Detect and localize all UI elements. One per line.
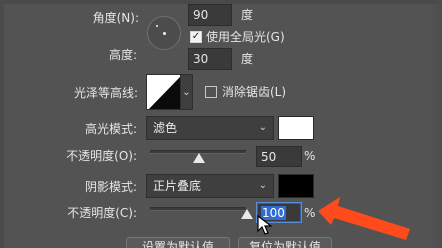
highlight-opacity-slider-thumb[interactable] [193,153,205,163]
shadow-opacity-label: 不透明度(C): [67,206,137,220]
reset-default-button[interactable]: 复位为默认值 [238,237,332,248]
set-default-button-label: 设置为默认值 [141,240,214,248]
dial-tick-dot [156,25,158,27]
angle-unit: 度 [241,8,254,22]
angle-label: 角度(N): [92,11,139,25]
chevron-down-icon: ⌄ [258,122,267,133]
set-default-button[interactable]: 设置为默认值 [126,237,230,248]
altitude-input[interactable] [188,48,232,70]
shadow-mode-dropdown[interactable]: 正片叠底 ⌄ [146,174,274,198]
global-light-checkbox[interactable]: ✓ [190,31,202,43]
global-light-checkmark: ✓ [191,31,201,42]
altitude-label: 高度: [108,48,137,62]
shadow-opacity-slider[interactable] [150,207,246,211]
shadow-mode-value: 正片叠底 [153,179,202,193]
gloss-contour-dropdown[interactable]: ⌄ [180,74,193,110]
highlight-opacity-label: 不透明度(O): [66,149,137,163]
gloss-contour-thumbnail[interactable] [146,74,181,110]
altitude-unit: 度 [241,52,254,66]
angle-dial[interactable] [147,16,181,50]
anti-alias-label: 消除锯齿(L) [222,85,287,99]
highlight-mode-label: 高光模式: [84,122,137,136]
highlight-opacity-input[interactable] [256,146,302,167]
shadow-opacity-percent: % [304,206,316,220]
gloss-contour-label: 光泽等高线: [73,86,138,100]
anti-alias-checkbox[interactable] [205,86,217,98]
chevron-down-icon: ⌄ [182,87,191,98]
left-edge [0,0,4,248]
highlight-color-swatch[interactable] [278,116,314,140]
shadow-mode-label: 阴影模式: [84,180,137,194]
highlight-mode-value: 滤色 [153,121,178,135]
reset-default-button-label: 复位为默认值 [248,240,321,248]
shadow-opacity-slider-thumb[interactable] [241,209,253,219]
highlight-mode-dropdown[interactable]: 滤色 ⌄ [146,116,274,140]
dial-center-dot [163,32,166,35]
global-light-label: 使用全局光(G) [206,30,285,44]
mouse-pointer-icon [257,214,273,235]
shadow-color-swatch[interactable] [278,174,314,198]
angle-input[interactable] [188,4,232,26]
highlight-opacity-percent: % [304,149,316,163]
gloss-curve-icon [147,75,180,109]
orange-arrow-icon [318,197,410,240]
chevron-down-icon: ⌄ [258,180,267,191]
